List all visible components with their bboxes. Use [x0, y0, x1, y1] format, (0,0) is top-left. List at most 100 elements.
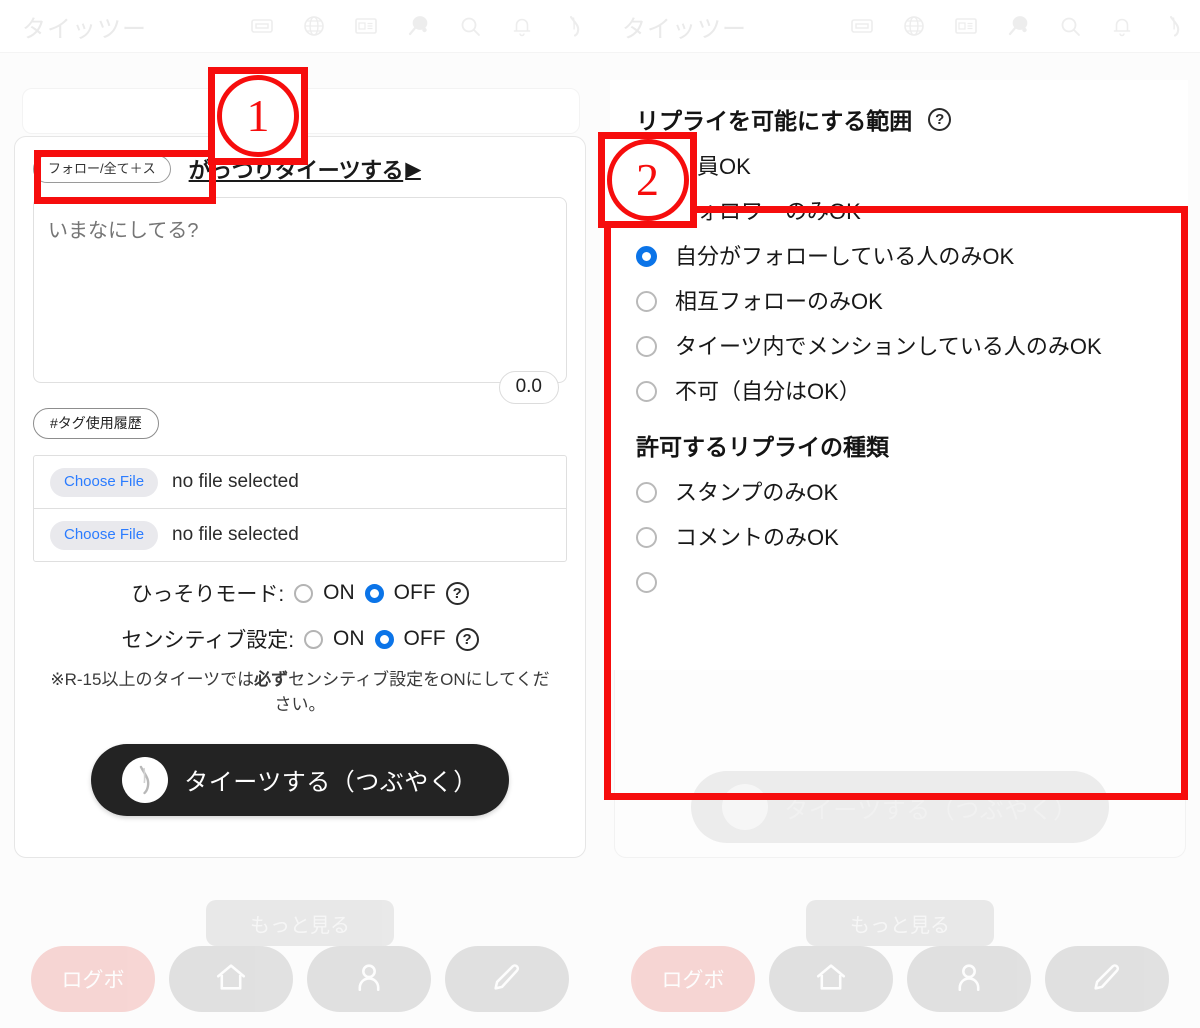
reply-kind-title-row: 許可するリプライの種類 [636, 428, 1162, 462]
reply-kind-option[interactable]: コメントのみOK [636, 523, 1162, 552]
reply-kind-option-cutoff[interactable] [636, 568, 1162, 593]
sensitive-label: センシティブ設定: [121, 624, 294, 654]
quiet-mode-off-radio[interactable] [365, 584, 384, 603]
follow-filter-button[interactable]: フォロー/全て＋ス [33, 155, 171, 183]
reply-scope-option[interactable]: タイーツ内でメンションしている人のみOK [636, 332, 1162, 361]
sensitive-off-radio[interactable] [375, 630, 394, 649]
annotation-badge-1-number: 1 [217, 75, 299, 157]
globe-icon[interactable] [302, 14, 326, 38]
tights-logo-icon[interactable] [562, 14, 586, 38]
app-header: タイッツー [0, 0, 600, 52]
reply-kind-radio[interactable] [636, 572, 657, 593]
quiet-mode-off-label: OFF [394, 581, 436, 605]
compose-button[interactable] [445, 946, 569, 1012]
reply-scope-option[interactable]: 相互フォローのみOK [636, 287, 1162, 316]
pencil-icon [490, 960, 524, 999]
home-button[interactable] [169, 946, 293, 1012]
tweet-textarea[interactable] [33, 197, 567, 383]
app-brand: タイッツー [622, 9, 747, 44]
reply-scope-label: 相互フォローのみOK [675, 287, 883, 316]
annotation-badge-1: 1 [208, 67, 308, 165]
choose-file-button[interactable]: Choose File [50, 521, 158, 550]
char-counter: 0.0 [499, 371, 559, 404]
play-triangle-icon: ▶ [405, 159, 421, 180]
header-icon-group [250, 14, 600, 38]
profile-button[interactable] [307, 946, 431, 1012]
tag-history-button[interactable]: #タグ使用履歴 [33, 408, 159, 439]
bottom-navigation: ログボ [0, 946, 600, 1012]
ticket-icon[interactable] [850, 14, 874, 38]
home-icon [814, 960, 848, 999]
quiet-mode-on-label: ON [323, 581, 355, 605]
pencil-icon [1090, 960, 1124, 999]
reply-kind-option[interactable]: スタンプのみOK [636, 478, 1162, 507]
reply-scope-radio[interactable] [636, 381, 657, 402]
reply-scope-title-row: リプライを可能にする範囲 ? [636, 102, 1162, 136]
app-brand: タイッツー [22, 9, 147, 44]
note-prefix: ※R-15以上のタイーツでは [50, 670, 254, 689]
sensitive-setting-row: センシティブ設定: ON OFF ? [15, 624, 585, 654]
profile-button[interactable] [907, 946, 1031, 1012]
sensitive-off-label: OFF [404, 627, 446, 651]
choose-file-button[interactable]: Choose File [50, 468, 158, 497]
submit-tweet-label: タイーツする（つぶやく） [784, 790, 1078, 825]
news-card-icon[interactable] [354, 14, 378, 38]
reply-scope-radio[interactable] [636, 291, 657, 312]
home-button[interactable] [769, 946, 893, 1012]
news-card-icon[interactable] [954, 14, 978, 38]
help-icon[interactable]: ? [446, 582, 469, 605]
quiet-mode-label: ひっそりモード: [131, 578, 284, 608]
reply-scope-option[interactable]: フォロワーのみOK [636, 197, 1162, 226]
quiet-mode-on-radio[interactable] [294, 584, 313, 603]
tights-logo-icon[interactable] [1162, 14, 1186, 38]
reply-scope-radio-selected[interactable] [636, 246, 657, 267]
search-icon[interactable] [458, 14, 482, 38]
sensitive-on-radio[interactable] [304, 630, 323, 649]
pingpong-paddle-icon[interactable] [406, 14, 430, 38]
header-icon-group [850, 14, 1200, 38]
globe-icon[interactable] [902, 14, 926, 38]
composer-card: フォロー/全て＋ス がっつりタイーツする ▶ 0.0 #タグ使用履歴 Choos… [14, 136, 586, 858]
reply-scope-title: リプライを可能にする範囲 [636, 102, 912, 136]
reply-scope-label: フォロワーのみOK [675, 197, 861, 226]
reply-kind-radio[interactable] [636, 482, 657, 503]
file-row[interactable]: Choose File no file selected [34, 456, 566, 508]
submit-tweet-button[interactable]: タイーツする（つぶやく） [691, 771, 1109, 843]
reply-scope-radio[interactable] [636, 336, 657, 357]
textarea-wrapper: 0.0 [33, 197, 567, 388]
reply-kind-label: スタンプのみOK [675, 478, 838, 507]
reply-scope-label: 自分がフォローしている人のみOK [675, 242, 1014, 271]
file-status-text: no file selected [172, 524, 299, 546]
reply-scope-option[interactable]: 全員OK [636, 152, 1162, 181]
pingpong-paddle-icon[interactable] [1006, 14, 1030, 38]
help-icon[interactable]: ? [928, 108, 951, 131]
reply-scope-option[interactable]: 自分がフォローしている人のみOK [636, 242, 1162, 271]
search-icon[interactable] [1058, 14, 1082, 38]
note-strong: 必ず [254, 670, 288, 689]
tights-logo-icon [722, 784, 768, 830]
quiet-mode-row: ひっそりモード: ON OFF ? [15, 578, 585, 608]
reply-kind-radio[interactable] [636, 527, 657, 548]
ticket-icon[interactable] [250, 14, 274, 38]
more-button[interactable]: もっと見る [806, 900, 994, 946]
header-divider [600, 52, 1200, 53]
note-suffix: センシティブ設定をONにしてください。 [275, 670, 550, 714]
submit-tweet-button[interactable]: タイーツする（つぶやく） [91, 744, 509, 816]
app-header: タイッツー [600, 0, 1200, 52]
file-upload-group: Choose File no file selected Choose File… [33, 455, 567, 562]
home-icon [214, 960, 248, 999]
compose-button[interactable] [1045, 946, 1169, 1012]
more-button[interactable]: もっと見る [206, 900, 394, 946]
file-row[interactable]: Choose File no file selected [34, 508, 566, 561]
reply-scope-label: 不可（自分はOK） [675, 377, 861, 406]
help-icon[interactable]: ? [456, 628, 479, 651]
sensitive-on-label: ON [333, 627, 365, 651]
reply-scope-option[interactable]: 不可（自分はOK） [636, 377, 1162, 406]
logbo-button[interactable]: ログボ [31, 946, 155, 1012]
bell-icon[interactable] [510, 14, 534, 38]
tights-logo-icon [122, 757, 168, 803]
annotation-badge-2: 2 [598, 132, 697, 228]
bell-icon[interactable] [1110, 14, 1134, 38]
logbo-button[interactable]: ログボ [631, 946, 755, 1012]
bottom-navigation: ログボ [600, 946, 1200, 1012]
